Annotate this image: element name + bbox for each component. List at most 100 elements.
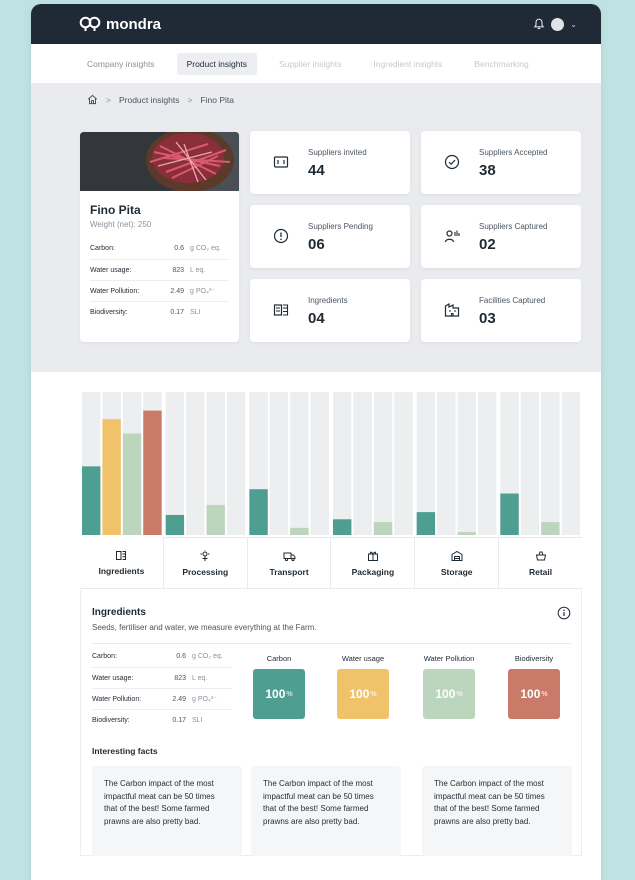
stat-suppliers-pending[interactable]: Suppliers Pending 06 xyxy=(250,205,410,268)
metric-label: Biodiversity: xyxy=(92,716,130,724)
stage-tab-transport[interactable]: Transport xyxy=(247,537,332,588)
stat-value: 04 xyxy=(308,310,325,327)
metric-row: Carbon: 0.6 g CO₂ eq. xyxy=(90,238,229,259)
bar-transport-water-pollution[interactable] xyxy=(290,527,309,535)
bar-packaging-water-pollution[interactable] xyxy=(373,522,393,535)
fact-card: The Carbon impact of the most impactful … xyxy=(422,766,572,856)
stage-tab-ingredients[interactable]: Ingredients xyxy=(80,537,164,588)
stage-tabs: Ingredients Processing Transport Packagi… xyxy=(80,537,582,589)
bar-storage-carbon[interactable] xyxy=(416,512,436,535)
bar-track xyxy=(373,392,393,535)
mondra-logo[interactable]: mondra xyxy=(79,16,161,33)
tab-supplier-insights[interactable]: Supplier insights xyxy=(269,53,351,75)
metric-row: Water usage: 823 L eq. xyxy=(90,259,229,280)
tab-company-insights[interactable]: Company insights xyxy=(77,53,165,75)
ingredients-icon xyxy=(273,304,289,316)
stat-value: 02 xyxy=(479,236,496,253)
stage-tab-storage[interactable]: Storage xyxy=(415,537,500,588)
stat-label: Suppliers Accepted xyxy=(479,148,548,157)
metric-value: 2.49 xyxy=(172,695,186,703)
bar-track xyxy=(226,392,246,535)
product-card: Fino Pita Weight (net): 250 Carbon: 0.6 … xyxy=(80,132,239,342)
metric-value: 0.6 xyxy=(174,245,184,252)
tab-product-insights[interactable]: Product insights xyxy=(176,52,258,75)
tile-carbon: 100% xyxy=(253,669,305,719)
tile-water-usage: 100% xyxy=(337,669,389,719)
stat-suppliers-captured[interactable]: Suppliers Captured 02 xyxy=(421,205,581,268)
tab-benchmarking[interactable]: Benchmarking xyxy=(464,53,538,75)
metric-row: Biodiversity: 0.17 SLI xyxy=(90,301,229,322)
breadcrumb-product-insights[interactable]: Product insights xyxy=(119,95,179,105)
bar-ingredients-carbon[interactable] xyxy=(82,466,101,535)
facts-title: Interesting facts xyxy=(92,746,158,756)
metric-unit: SLI xyxy=(192,716,203,724)
alert-circle-icon xyxy=(273,228,289,244)
metric-label: Water Pollution: xyxy=(92,695,142,703)
bar-processing-carbon[interactable] xyxy=(165,514,185,535)
metric-value: 0.6 xyxy=(176,653,186,660)
truck-icon xyxy=(283,552,296,561)
stat-suppliers-accepted[interactable]: Suppliers Accepted 38 xyxy=(421,131,581,194)
metric-label: Water Pollution: xyxy=(90,287,140,295)
tile-label-carbon: Carbon xyxy=(266,654,292,663)
bar-retail-water-pollution[interactable] xyxy=(541,522,560,535)
product-image xyxy=(80,132,239,191)
stage-tab-processing[interactable]: Processing xyxy=(163,537,248,588)
product-name: Fino Pita xyxy=(90,203,141,217)
bar-transport-carbon[interactable] xyxy=(249,489,268,535)
bar-track xyxy=(477,392,497,535)
stage-detail-panel: Ingredients Seeds, fertiliser and water,… xyxy=(80,590,582,856)
stat-value: 38 xyxy=(479,162,496,179)
stat-label: Facilities Captured xyxy=(479,296,546,305)
metric-row: Water Pollution: 2.49 g PO₄³⁻ xyxy=(92,688,232,709)
metric-label: Water usage: xyxy=(92,674,134,682)
bar-ingredients-water-usage[interactable] xyxy=(102,419,121,535)
bar-packaging-carbon[interactable] xyxy=(333,519,352,535)
processing-icon xyxy=(200,550,210,561)
metric-value: 2.49 xyxy=(170,287,184,295)
bar-ingredients-biodiversity[interactable] xyxy=(143,410,162,535)
stat-value: 44 xyxy=(308,162,325,179)
tile-unit: % xyxy=(370,690,377,698)
bar-track xyxy=(310,392,329,535)
home-icon[interactable] xyxy=(87,94,98,105)
bar-track xyxy=(165,392,185,535)
detail-subtitle: Seeds, fertiliser and water, we measure … xyxy=(92,623,317,632)
info-icon[interactable] xyxy=(557,606,571,620)
stat-value: 03 xyxy=(479,310,496,327)
stage-tab-packaging[interactable]: Packaging xyxy=(331,537,416,588)
stat-suppliers-invited[interactable]: Suppliers invited 44 xyxy=(250,131,410,194)
metric-label: Biodiversity: xyxy=(90,308,128,316)
stat-facilities-captured[interactable]: Facilities Captured 03 xyxy=(421,279,581,342)
bell-icon[interactable] xyxy=(533,18,545,30)
stage-label: Packaging xyxy=(351,566,395,577)
bar-storage-water-pollution[interactable] xyxy=(457,532,476,535)
bar-track xyxy=(561,392,580,535)
bar-ingredients-water-pollution[interactable] xyxy=(122,433,142,535)
stage-tab-retail[interactable]: Retail xyxy=(499,537,582,588)
bar-track xyxy=(353,392,372,535)
metric-value: 823 xyxy=(172,266,184,274)
tile-label-biodiversity: Biodiversity xyxy=(514,654,554,663)
metric-row: Biodiversity: 0.17 SLI xyxy=(92,709,232,730)
user-avatar[interactable] xyxy=(551,17,565,31)
metric-unit: L eq. xyxy=(192,674,208,682)
basket-icon xyxy=(535,551,546,560)
stat-label: Suppliers Pending xyxy=(308,222,373,231)
tile-value: 100 xyxy=(265,687,286,701)
chevron-down-icon[interactable]: ⌄ xyxy=(570,20,577,29)
stage-impact-chart xyxy=(82,392,580,535)
stat-ingredients[interactable]: Ingredients 04 xyxy=(250,279,410,342)
brand-name: mondra xyxy=(106,15,162,33)
metric-unit: SLI xyxy=(190,308,201,316)
package-icon xyxy=(367,551,378,561)
bar-retail-carbon[interactable] xyxy=(500,493,519,535)
metric-row: Water usage: 823 L eq. xyxy=(92,667,232,688)
users-icon xyxy=(444,230,460,243)
bar-track xyxy=(437,392,456,535)
warehouse-icon xyxy=(451,550,463,561)
product-weight: Weight (net): 250 xyxy=(90,220,152,229)
fact-card: The Carbon impact of the most impactful … xyxy=(92,766,242,856)
bar-processing-water-pollution[interactable] xyxy=(206,504,225,535)
tab-ingredient-insights[interactable]: Ingredient insights xyxy=(363,53,452,75)
